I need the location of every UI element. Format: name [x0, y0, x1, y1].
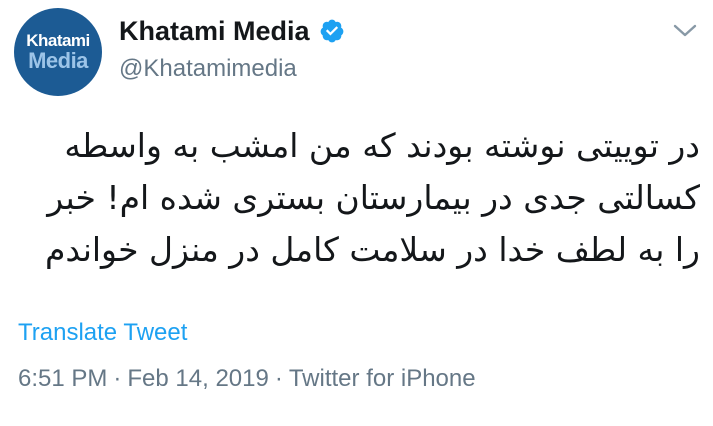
- avatar[interactable]: Khatami Media: [14, 8, 102, 96]
- tweet-meta: 6:51 PM · Feb 14, 2019 · Twitter for iPhone: [18, 364, 476, 394]
- avatar-logo-line2: Media: [28, 48, 88, 73]
- author-display-name[interactable]: Khatami Media: [119, 15, 310, 47]
- meta-separator: ·: [274, 365, 283, 392]
- tweet-time[interactable]: 6:51 PM: [18, 365, 107, 392]
- tweet-date[interactable]: Feb 14, 2019: [127, 365, 268, 392]
- author-name-row: Khatami Media: [119, 15, 345, 47]
- chevron-down-icon[interactable]: [672, 22, 698, 40]
- tweet-text: در توییتی نوشته بودند که من امشب به واسط…: [44, 126, 700, 269]
- translate-tweet-link[interactable]: Translate Tweet: [18, 318, 187, 348]
- tweet-card: Khatami Media Khatami Media @Khatamimedi…: [0, 0, 713, 426]
- author-handle[interactable]: @Khatamimedia: [119, 54, 297, 84]
- verified-badge-icon: [320, 19, 343, 43]
- meta-separator: ·: [113, 365, 122, 392]
- tweet-source[interactable]: Twitter for iPhone: [289, 365, 476, 392]
